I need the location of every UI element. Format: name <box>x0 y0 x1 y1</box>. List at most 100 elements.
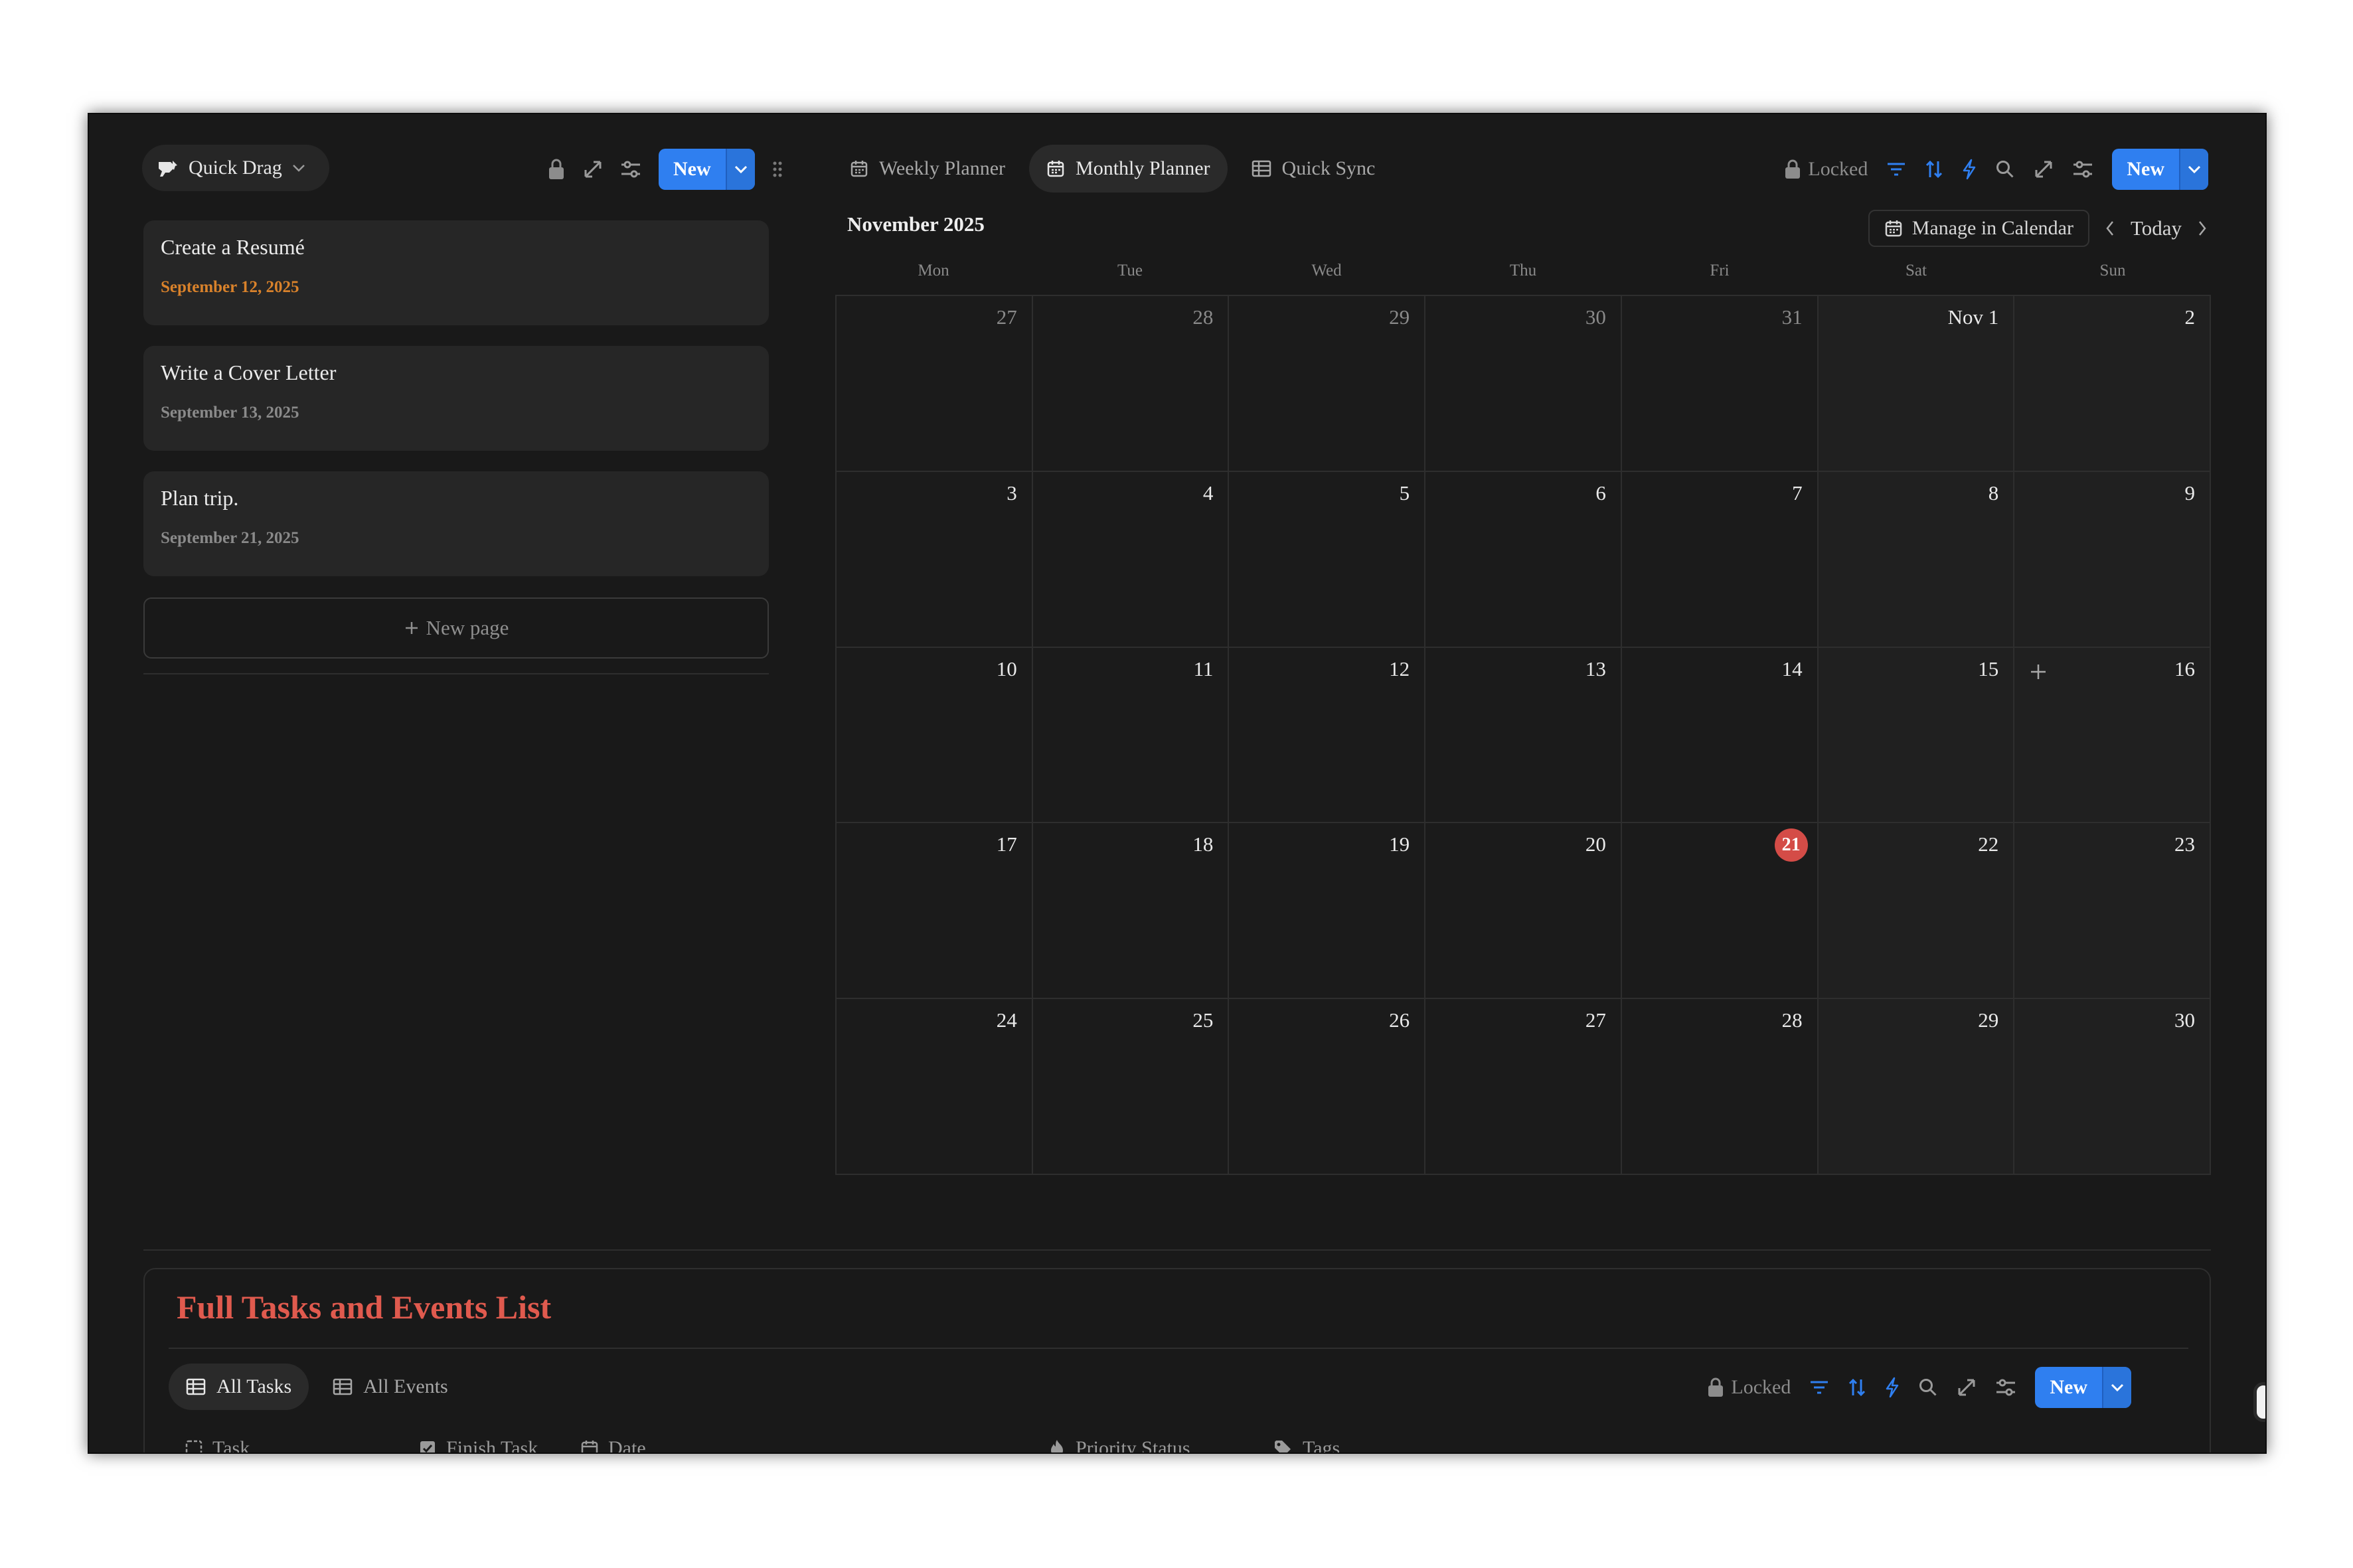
calendar-day-cell[interactable]: 15 <box>1818 647 2015 824</box>
calendar-day-cell[interactable]: 28 <box>1032 296 1230 472</box>
new-dropdown-button[interactable] <box>725 149 755 190</box>
new-dropdown-button[interactable] <box>2179 149 2208 190</box>
calendar-day-cell[interactable]: 22 <box>1818 823 2015 1000</box>
new-dropdown-button[interactable] <box>2102 1367 2131 1408</box>
manage-in-calendar-button[interactable]: Manage in Calendar <box>1868 210 2089 247</box>
expand-icon[interactable] <box>1957 1377 1977 1397</box>
day-number: 16 <box>2174 657 2195 680</box>
settings-sliders-icon[interactable] <box>2072 160 2093 179</box>
locked-indicator[interactable]: Locked <box>1707 1376 1791 1399</box>
chevron-right-icon[interactable] <box>2196 219 2208 238</box>
locked-label: Locked <box>1731 1376 1791 1398</box>
search-icon[interactable] <box>1995 159 2015 179</box>
calendar-day-cell[interactable]: 7 <box>1621 471 1819 648</box>
calendar-day-cell[interactable]: 19 <box>1229 823 1426 1000</box>
sort-icon[interactable] <box>1848 1377 1866 1397</box>
task-date: September 13, 2025 <box>161 404 299 422</box>
calendar-day-cell[interactable]: 10 <box>837 647 1033 824</box>
expand-icon[interactable] <box>583 159 603 179</box>
calendar-day-cell[interactable]: 8 <box>1818 471 2015 648</box>
calendar-day-cell[interactable]: 26 <box>1229 999 1426 1175</box>
calendar-day-cell[interactable]: 13 <box>1425 647 1622 824</box>
calendar-day-cell[interactable]: 12 <box>1229 647 1426 824</box>
column-header-date[interactable]: Date <box>580 1433 646 1452</box>
today-button[interactable]: Today <box>2131 216 2182 240</box>
calendar-day-cell-today[interactable]: 21 <box>1621 823 1819 1000</box>
column-header-task[interactable]: Task <box>185 1433 250 1452</box>
tab-quick-sync[interactable]: Quick Sync <box>1234 145 1393 193</box>
calendar-day-cell[interactable]: 27 <box>837 296 1033 472</box>
weekday-label: Sun <box>2099 262 2126 279</box>
add-event-button[interactable] <box>2024 657 2053 686</box>
tab-monthly-planner[interactable]: Monthly Planner <box>1029 145 1228 193</box>
calendar-day-cell[interactable]: 27 <box>1425 999 1622 1175</box>
calendar-day-cell[interactable]: 18 <box>1032 823 1230 1000</box>
day-number: 19 <box>1389 832 1410 856</box>
new-button[interactable]: New <box>659 149 726 190</box>
new-button[interactable]: New <box>2112 149 2179 190</box>
lightning-icon[interactable] <box>1885 1377 1900 1398</box>
calendar-day-cell[interactable]: 25 <box>1032 999 1230 1175</box>
lightning-icon[interactable] <box>1962 159 1977 180</box>
locked-indicator[interactable]: Locked <box>1784 158 1868 181</box>
list-toolbar: Locked New <box>1707 1367 2131 1408</box>
settings-sliders-icon[interactable] <box>1995 1378 2016 1397</box>
calendar-day-cell[interactable]: 30 <box>2014 999 2211 1175</box>
calendar-day-cell[interactable]: 5 <box>1229 471 1426 648</box>
calendar-day-cell[interactable]: 3 <box>837 471 1033 648</box>
day-number: 3 <box>1007 481 1017 505</box>
calendar-grid: 27 28 29 30 31 Nov 1 2 3 4 5 6 7 8 9 10 … <box>835 295 2211 1175</box>
task-card[interactable]: Plan trip. September 21, 2025 <box>143 471 769 576</box>
drag-handle-icon[interactable] <box>772 159 783 179</box>
weekday-label: Tue <box>1117 262 1143 279</box>
calendar-day-cell[interactable]: 31 <box>1621 296 1819 472</box>
tab-all-events[interactable]: All Events <box>315 1364 465 1410</box>
settings-sliders-icon[interactable] <box>620 160 641 179</box>
window-resize-handle[interactable] <box>2253 1382 2265 1422</box>
filter-icon[interactable] <box>1886 161 1906 177</box>
task-card[interactable]: Create a Resumé September 12, 2025 <box>143 220 769 325</box>
search-icon[interactable] <box>1918 1377 1938 1397</box>
chevron-left-icon[interactable] <box>2104 219 2116 238</box>
calendar-day-cell[interactable]: 17 <box>837 823 1033 1000</box>
calendar-day-cell[interactable]: 29 <box>1229 296 1426 472</box>
calendar-day-cell[interactable]: 6 <box>1425 471 1622 648</box>
fire-icon <box>1048 1439 1066 1452</box>
calendar-icon <box>1046 159 1065 178</box>
calendar-day-cell[interactable]: 24 <box>837 999 1033 1175</box>
lock-icon <box>1707 1377 1724 1398</box>
lock-icon[interactable] <box>547 158 566 181</box>
list-title: Full Tasks and Events List <box>177 1289 552 1326</box>
calendar-day-cell[interactable]: Nov 1 <box>1818 296 2015 472</box>
column-header-tags[interactable]: Tags <box>1273 1433 1340 1452</box>
day-number: 12 <box>1389 657 1410 680</box>
calendar-day-cell[interactable]: 14 <box>1621 647 1819 824</box>
calendar-day-cell[interactable]: 23 <box>2014 823 2211 1000</box>
task-card[interactable]: Write a Cover Letter September 13, 2025 <box>143 346 769 451</box>
calendar-day-cell[interactable]: 29 <box>1818 999 2015 1175</box>
filter-icon[interactable] <box>1809 1379 1829 1395</box>
calendar-day-cell[interactable]: 4 <box>1032 471 1230 648</box>
table-header: Task Finish Task Date Priority Status Ta… <box>185 1433 2176 1452</box>
calendar-day-cell[interactable]: 2 <box>2014 296 2211 472</box>
task-title: Write a Cover Letter <box>161 360 337 384</box>
column-header-priority-status[interactable]: Priority Status <box>1048 1433 1190 1452</box>
new-page-button[interactable]: New page <box>143 597 769 659</box>
new-button[interactable]: New <box>2035 1367 2102 1408</box>
quick-drag-view-switcher[interactable]: Quick Drag <box>142 145 329 191</box>
task-date: September 12, 2025 <box>161 278 299 296</box>
calendar-day-cell[interactable]: 30 <box>1425 296 1622 472</box>
sort-icon[interactable] <box>1925 159 1943 179</box>
column-header-finish-task[interactable]: Finish Task <box>418 1433 538 1452</box>
expand-icon[interactable] <box>2034 159 2054 179</box>
tab-weekly-planner[interactable]: Weekly Planner <box>833 145 1022 193</box>
calendar-day-cell[interactable]: 20 <box>1425 823 1622 1000</box>
task-date: September 21, 2025 <box>161 529 299 547</box>
calendar-day-cell[interactable]: 16 <box>2014 647 2211 824</box>
calendar-day-cell[interactable]: 28 <box>1621 999 1819 1175</box>
checked-box-icon <box>418 1439 437 1452</box>
tab-all-tasks[interactable]: All Tasks <box>169 1364 309 1410</box>
tag-icon <box>1273 1439 1293 1452</box>
calendar-day-cell[interactable]: 11 <box>1032 647 1230 824</box>
calendar-day-cell[interactable]: 9 <box>2014 471 2211 648</box>
